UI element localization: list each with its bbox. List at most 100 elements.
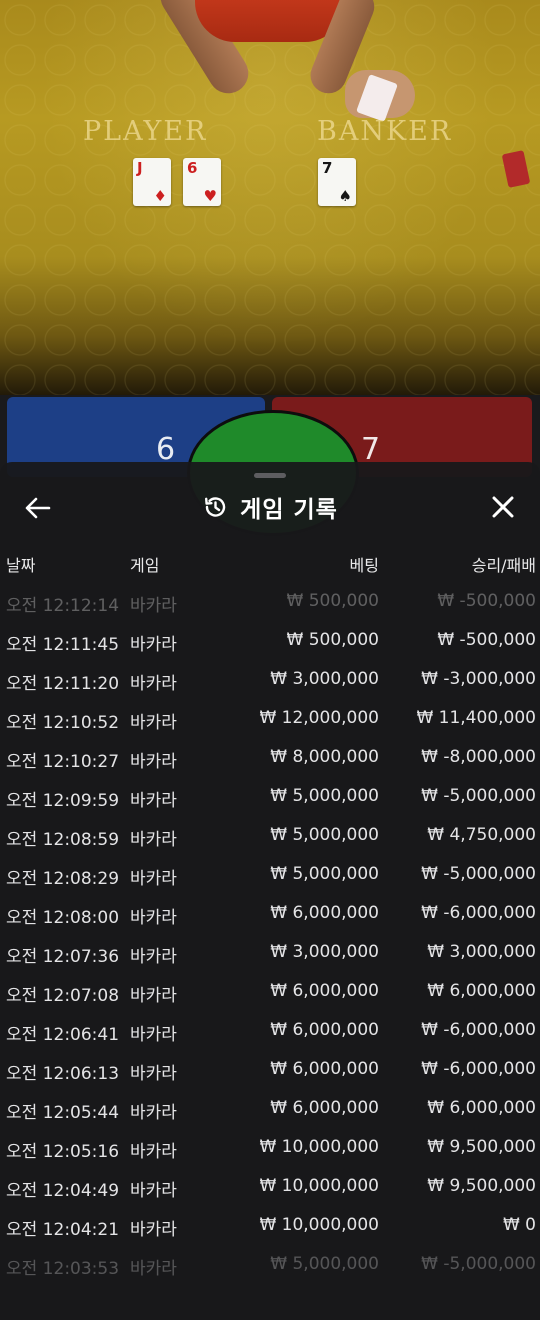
history-row[interactable]: 오전 12:04:49 바카라 ₩ 10,000,000 ₩ 9,500,000 <box>0 1167 540 1206</box>
spade-icon: ♠ <box>338 187 352 205</box>
row-date: 오전 12:07:08 <box>6 986 120 1006</box>
row-bet: ₩ 5,000,000 <box>270 786 379 806</box>
card-rank: 7 <box>322 159 333 177</box>
column-header-game: 게임 <box>130 556 160 575</box>
row-date: 오전 12:11:20 <box>6 674 120 694</box>
column-header-bet: 베팅 <box>349 556 379 575</box>
row-bet: ₩ 500,000 <box>286 591 379 611</box>
row-result: ₩ 3,000,000 <box>427 942 536 962</box>
row-bet: ₩ 6,000,000 <box>270 1059 379 1079</box>
card-rank: 6 <box>187 159 198 177</box>
history-row[interactable]: 오전 12:06:13 바카라 ₩ 6,000,000 ₩ -6,000,000 <box>0 1050 540 1089</box>
history-row[interactable]: 오전 12:04:21 바카라 ₩ 10,000,000 ₩ 0 <box>0 1206 540 1245</box>
row-date: 오전 12:11:45 <box>6 635 120 655</box>
row-game: 바카라 <box>130 986 177 1006</box>
banker-card: 7 ♠ <box>318 158 356 206</box>
row-date: 오전 12:05:16 <box>6 1142 120 1162</box>
banker-table-label: BANKER <box>317 116 453 147</box>
row-bet: ₩ 500,000 <box>286 630 379 650</box>
history-list[interactable]: 오전 12:12:14 바카라 ₩ 500,000 ₩ -500,000 오전 12:1… <box>0 582 540 1284</box>
sheet-title: 게임 기록 <box>240 497 338 523</box>
row-game: 바카라 <box>130 596 177 616</box>
history-row[interactable]: 오전 12:10:52 바카라 ₩ 12,000,000 ₩ 11,400,000 <box>0 699 540 738</box>
row-bet: ₩ 10,000,000 <box>259 1215 379 1235</box>
row-game: 바카라 <box>130 908 177 928</box>
row-bet: ₩ 5,000,000 <box>270 864 379 884</box>
history-row[interactable]: 오전 12:03:53 바카라 ₩ 5,000,000 ₩ -5,000,000 <box>0 1245 540 1284</box>
row-game: 바카라 <box>130 869 177 889</box>
history-row[interactable]: 오전 12:05:44 바카라 ₩ 6,000,000 ₩ 6,000,000 <box>0 1089 540 1128</box>
history-row[interactable]: 오전 12:11:45 바카라 ₩ 500,000 ₩ -500,000 <box>0 621 540 660</box>
row-game: 바카라 <box>130 1064 177 1084</box>
history-row[interactable]: 오전 12:07:08 바카라 ₩ 6,000,000 ₩ 6,000,000 <box>0 972 540 1011</box>
felt-pattern <box>0 0 540 395</box>
row-date: 오전 12:10:27 <box>6 752 120 772</box>
row-result: ₩ -6,000,000 <box>421 1059 536 1079</box>
row-result: ₩ 6,000,000 <box>427 981 536 1001</box>
back-button[interactable] <box>20 490 56 526</box>
diamond-icon: ♦ <box>153 187 167 205</box>
row-game: 바카라 <box>130 674 177 694</box>
game-history-sheet: 게임 기록 날짜 게임 베팅 승리/패배 오전 12:12:14 바카라 ₩ 500… <box>0 462 540 1320</box>
row-bet: ₩ 6,000,000 <box>270 981 379 1001</box>
arrow-left-icon <box>25 497 51 519</box>
heart-icon: ♥ <box>203 187 217 205</box>
row-bet: ₩ 3,000,000 <box>270 942 379 962</box>
history-row[interactable]: 오전 12:11:20 바카라 ₩ 3,000,000 ₩ -3,000,000 <box>0 660 540 699</box>
history-row[interactable]: 오전 12:07:36 바카라 ₩ 3,000,000 ₩ 3,000,000 <box>0 933 540 972</box>
column-header-result: 승리/패배 <box>471 556 536 575</box>
history-row[interactable]: 오전 12:10:27 바카라 ₩ 8,000,000 ₩ -8,000,000 <box>0 738 540 777</box>
player-card: 6 ♥ <box>183 158 221 206</box>
history-icon <box>205 497 226 517</box>
row-date: 오전 12:10:52 <box>6 713 120 733</box>
row-date: 오전 12:08:29 <box>6 869 120 889</box>
row-game: 바카라 <box>130 1259 177 1279</box>
row-bet: ₩ 12,000,000 <box>259 708 379 728</box>
drag-handle[interactable] <box>254 473 286 478</box>
row-game: 바카라 <box>130 1181 177 1201</box>
row-game: 바카라 <box>130 713 177 733</box>
sheet-header: 게임 기록 <box>0 488 540 526</box>
row-bet: ₩ 5,000,000 <box>270 1254 379 1274</box>
row-bet: ₩ 3,000,000 <box>270 669 379 689</box>
row-result: ₩ -5,000,000 <box>421 1254 536 1274</box>
row-bet: ₩ 8,000,000 <box>270 747 379 767</box>
history-row[interactable]: 오전 12:09:59 바카라 ₩ 5,000,000 ₩ -5,000,000 <box>0 777 540 816</box>
row-result: ₩ -6,000,000 <box>421 1020 536 1040</box>
history-row[interactable]: 오전 12:05:16 바카라 ₩ 10,000,000 ₩ 9,500,000 <box>0 1128 540 1167</box>
row-result: ₩ -500,000 <box>437 591 536 611</box>
row-date: 오전 12:03:53 <box>6 1259 120 1279</box>
card-rank: J <box>137 159 143 177</box>
row-date: 오전 12:05:44 <box>6 1103 120 1123</box>
history-row[interactable]: 오전 12:08:00 바카라 ₩ 6,000,000 ₩ -6,000,000 <box>0 894 540 933</box>
row-bet: ₩ 5,000,000 <box>270 825 379 845</box>
row-bet: ₩ 6,000,000 <box>270 903 379 923</box>
row-bet: ₩ 6,000,000 <box>270 1098 379 1118</box>
row-game: 바카라 <box>130 752 177 772</box>
history-row[interactable]: 오전 12:06:41 바카라 ₩ 6,000,000 ₩ -6,000,000 <box>0 1011 540 1050</box>
row-date: 오전 12:04:21 <box>6 1220 120 1240</box>
row-result: ₩ 11,400,000 <box>416 708 536 728</box>
row-game: 바카라 <box>130 1025 177 1045</box>
history-row[interactable]: 오전 12:08:29 바카라 ₩ 5,000,000 ₩ -5,000,000 <box>0 855 540 894</box>
live-video: PLAYER BANKER J ♦ 6 ♥ 7 ♠ <box>0 0 540 395</box>
row-game: 바카라 <box>130 1142 177 1162</box>
row-game: 바카라 <box>130 635 177 655</box>
close-button[interactable] <box>484 488 522 526</box>
row-result: ₩ -500,000 <box>437 630 536 650</box>
row-result: ₩ 9,500,000 <box>427 1176 536 1196</box>
row-result: ₩ 9,500,000 <box>427 1137 536 1157</box>
row-result: ₩ -8,000,000 <box>421 747 536 767</box>
row-game: 바카라 <box>130 947 177 967</box>
row-date: 오전 12:06:13 <box>6 1064 120 1084</box>
row-game: 바카라 <box>130 1103 177 1123</box>
row-result: ₩ 0 <box>502 1215 536 1235</box>
row-result: ₩ 4,750,000 <box>427 825 536 845</box>
history-row[interactable]: 오전 12:12:14 바카라 ₩ 500,000 ₩ -500,000 <box>0 582 540 621</box>
row-date: 오전 12:06:41 <box>6 1025 120 1045</box>
row-bet: ₩ 6,000,000 <box>270 1020 379 1040</box>
history-row[interactable]: 오전 12:08:59 바카라 ₩ 5,000,000 ₩ 4,750,000 <box>0 816 540 855</box>
row-bet: ₩ 10,000,000 <box>259 1176 379 1196</box>
row-game: 바카라 <box>130 830 177 850</box>
row-result: ₩ 6,000,000 <box>427 1098 536 1118</box>
